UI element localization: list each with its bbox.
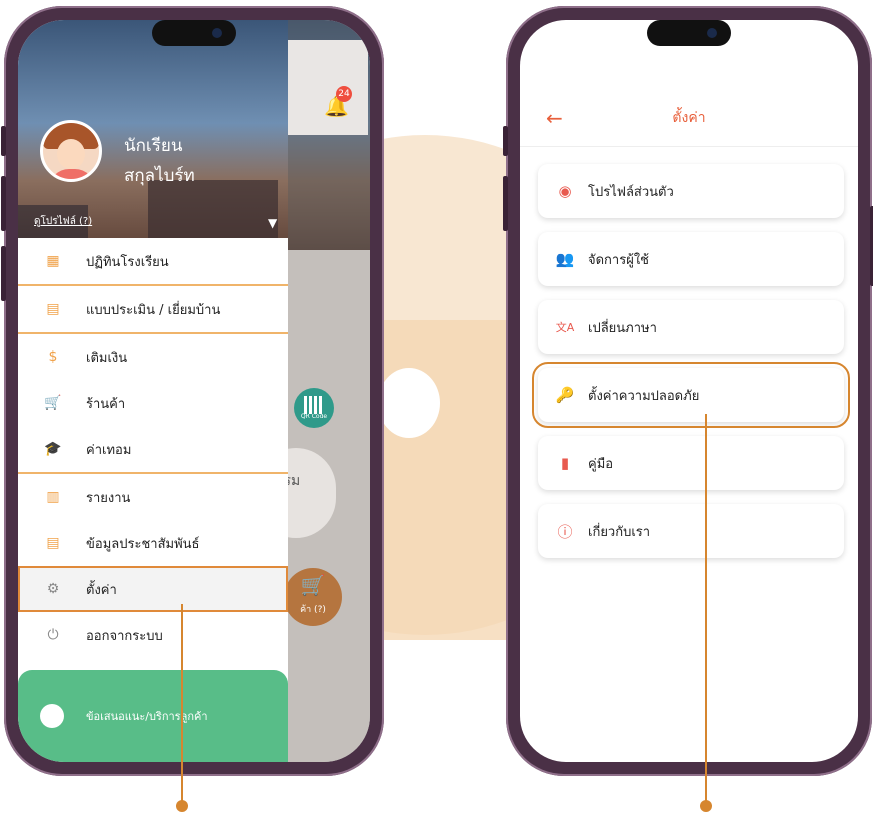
menu-item-news[interactable]: ▤ ข้อมูลประชาสัมพันธ์ bbox=[18, 520, 288, 566]
customer-support-label: ข้อเสนอแนะ/บริการลูกค้า bbox=[86, 710, 208, 723]
phone-side-button bbox=[1, 176, 6, 231]
page-title: ตั้งค่า bbox=[672, 110, 706, 126]
users-icon: 👥 bbox=[555, 250, 575, 268]
camera-dot bbox=[212, 28, 222, 38]
qr-code-icon bbox=[304, 396, 324, 414]
menu-item-tuition[interactable]: 🎓 ค่าเทอม bbox=[18, 426, 288, 474]
right-phone-frame: ← ตั้งค่า ◉ โปรไฟล์ส่วนตัว 👥 จัดการผู้ใช… bbox=[503, 6, 873, 776]
avatar[interactable] bbox=[40, 120, 102, 182]
setting-label: เปลี่ยนภาษา bbox=[588, 320, 657, 336]
phone-notch bbox=[152, 20, 236, 46]
setting-label: ตั้งค่าความปลอดภัย bbox=[588, 388, 700, 404]
cart-icon: 🛒 bbox=[44, 395, 62, 411]
phone-side-button bbox=[503, 176, 508, 231]
notification-area bbox=[288, 40, 368, 135]
user-role: นักเรียน bbox=[124, 136, 183, 156]
menu-item-label: ปฏิทินโรงเรียน bbox=[86, 254, 169, 270]
shop-shortcut-button[interactable]: 🛒 ค้า (?) bbox=[284, 568, 342, 626]
power-icon: ⏻ bbox=[47, 627, 59, 643]
setting-label: โปรไฟล์ส่วนตัว bbox=[588, 184, 674, 200]
view-profile-link[interactable]: ดูโปรไฟล์ (?) bbox=[34, 214, 92, 229]
avatar-shirt bbox=[49, 169, 95, 179]
menu-item-label: ร้านค้า bbox=[86, 396, 126, 412]
settings-header: ← ตั้งค่า bbox=[520, 90, 858, 147]
menu-item-topup[interactable]: $ เติมเงิน bbox=[18, 334, 288, 380]
translate-icon: 文A bbox=[555, 321, 575, 334]
right-phone-screen: ← ตั้งค่า ◉ โปรไฟล์ส่วนตัว 👥 จัดการผู้ใช… bbox=[520, 20, 858, 762]
setting-manage-users[interactable]: 👥 จัดการผู้ใช้ bbox=[538, 232, 844, 286]
left-phone-screen: 🔔 24 QR Code รรม 🛒 ค้า (?) นักเรียน สกุล… bbox=[18, 20, 370, 762]
navigation-drawer: นักเรียน สกุลไบร์ท ดูโปรไฟล์ (?) ▼ ▦ ปฏิ… bbox=[18, 20, 288, 762]
notification-badge: 24 bbox=[336, 86, 352, 102]
gear-icon: ⚙ bbox=[46, 581, 60, 597]
callout-line-right bbox=[705, 414, 707, 804]
camera-dot bbox=[707, 28, 717, 38]
menu-item-settings[interactable]: ⚙ ตั้งค่า bbox=[18, 566, 288, 612]
book-icon: ▮ bbox=[560, 454, 570, 472]
menu-item-label: ข้อมูลประชาสัมพันธ์ bbox=[86, 536, 200, 552]
menu-item-label: ค่าเทอม bbox=[86, 442, 132, 458]
caret-down-icon[interactable]: ▼ bbox=[268, 216, 277, 230]
profile-icon: ◉ bbox=[558, 182, 572, 200]
dollar-icon: $ bbox=[48, 349, 58, 365]
phone-notch bbox=[647, 20, 731, 46]
menu-item-logout[interactable]: ⏻ ออกจากระบบ bbox=[18, 612, 288, 658]
settings-list: ◉ โปรไฟล์ส่วนตัว 👥 จัดการผู้ใช้ 文A เปลี่… bbox=[532, 164, 850, 572]
drawer-profile-header: นักเรียน สกุลไบร์ท ดูโปรไฟล์ (?) ▼ bbox=[18, 20, 288, 238]
menu-item-assessment[interactable]: ▤ แบบประเมิน / เยี่ยมบ้าน bbox=[18, 284, 288, 334]
news-icon: ▤ bbox=[46, 535, 60, 551]
phone-side-button bbox=[503, 126, 508, 156]
setting-label: เกี่ยวกับเรา bbox=[588, 524, 651, 540]
customer-support-button[interactable]: ข้อเสนอแนะ/บริการลูกค้า bbox=[18, 670, 288, 762]
setting-language[interactable]: 文A เปลี่ยนภาษา bbox=[538, 300, 844, 354]
phone-side-button bbox=[1, 126, 6, 156]
assessment-icon: ▤ bbox=[46, 301, 60, 317]
callout-line-left bbox=[181, 604, 183, 804]
setting-label: จัดการผู้ใช้ bbox=[588, 252, 650, 268]
setting-label: คู่มือ bbox=[588, 456, 614, 472]
menu-item-label: รายงาน bbox=[86, 490, 131, 506]
menu-item-label: ออกจากระบบ bbox=[86, 628, 163, 644]
qr-code-button[interactable]: QR Code bbox=[294, 388, 334, 428]
menu-item-label: ตั้งค่า bbox=[86, 582, 117, 598]
headset-icon bbox=[40, 704, 64, 728]
chart-icon: ▥ bbox=[46, 489, 60, 505]
key-icon: 🔑 bbox=[555, 386, 575, 404]
qr-code-label: QR Code bbox=[300, 413, 328, 420]
phone-side-button bbox=[1, 246, 6, 301]
user-name: สกุลไบร์ท bbox=[124, 166, 195, 186]
menu-item-label: แบบประเมิน / เยี่ยมบ้าน bbox=[86, 302, 221, 318]
setting-manual[interactable]: ▮ คู่มือ bbox=[538, 436, 844, 490]
menu-item-calendar[interactable]: ▦ ปฏิทินโรงเรียน bbox=[18, 238, 288, 284]
left-phone-frame: 🔔 24 QR Code รรม 🛒 ค้า (?) นักเรียน สกุล… bbox=[1, 6, 384, 776]
menu-item-label: เติมเงิน bbox=[86, 350, 128, 366]
menu-item-report[interactable]: ▥ รายงาน bbox=[18, 474, 288, 520]
setting-security[interactable]: 🔑 ตั้งค่าความปลอดภัย bbox=[532, 362, 850, 428]
setting-about[interactable]: ⓘ เกี่ยวกับเรา bbox=[538, 504, 844, 558]
arrow-left-icon[interactable]: ← bbox=[546, 106, 563, 130]
avatar-face bbox=[57, 139, 85, 169]
shop-shortcut-label: ค้า (?) bbox=[300, 605, 326, 615]
info-icon: ⓘ bbox=[557, 522, 573, 541]
background-watermark-dot bbox=[378, 368, 440, 438]
callout-dot-left bbox=[176, 800, 188, 812]
setting-profile[interactable]: ◉ โปรไฟล์ส่วนตัว bbox=[538, 164, 844, 218]
callout-dot-right bbox=[700, 800, 712, 812]
graduation-icon: 🎓 bbox=[44, 441, 62, 457]
drawer-menu: ▦ ปฏิทินโรงเรียน ▤ แบบประเมิน / เยี่ยมบ้… bbox=[18, 238, 288, 658]
menu-item-shop[interactable]: 🛒 ร้านค้า bbox=[18, 380, 288, 426]
cart-icon: 🛒 bbox=[300, 573, 326, 597]
calendar-icon: ▦ bbox=[46, 253, 60, 269]
